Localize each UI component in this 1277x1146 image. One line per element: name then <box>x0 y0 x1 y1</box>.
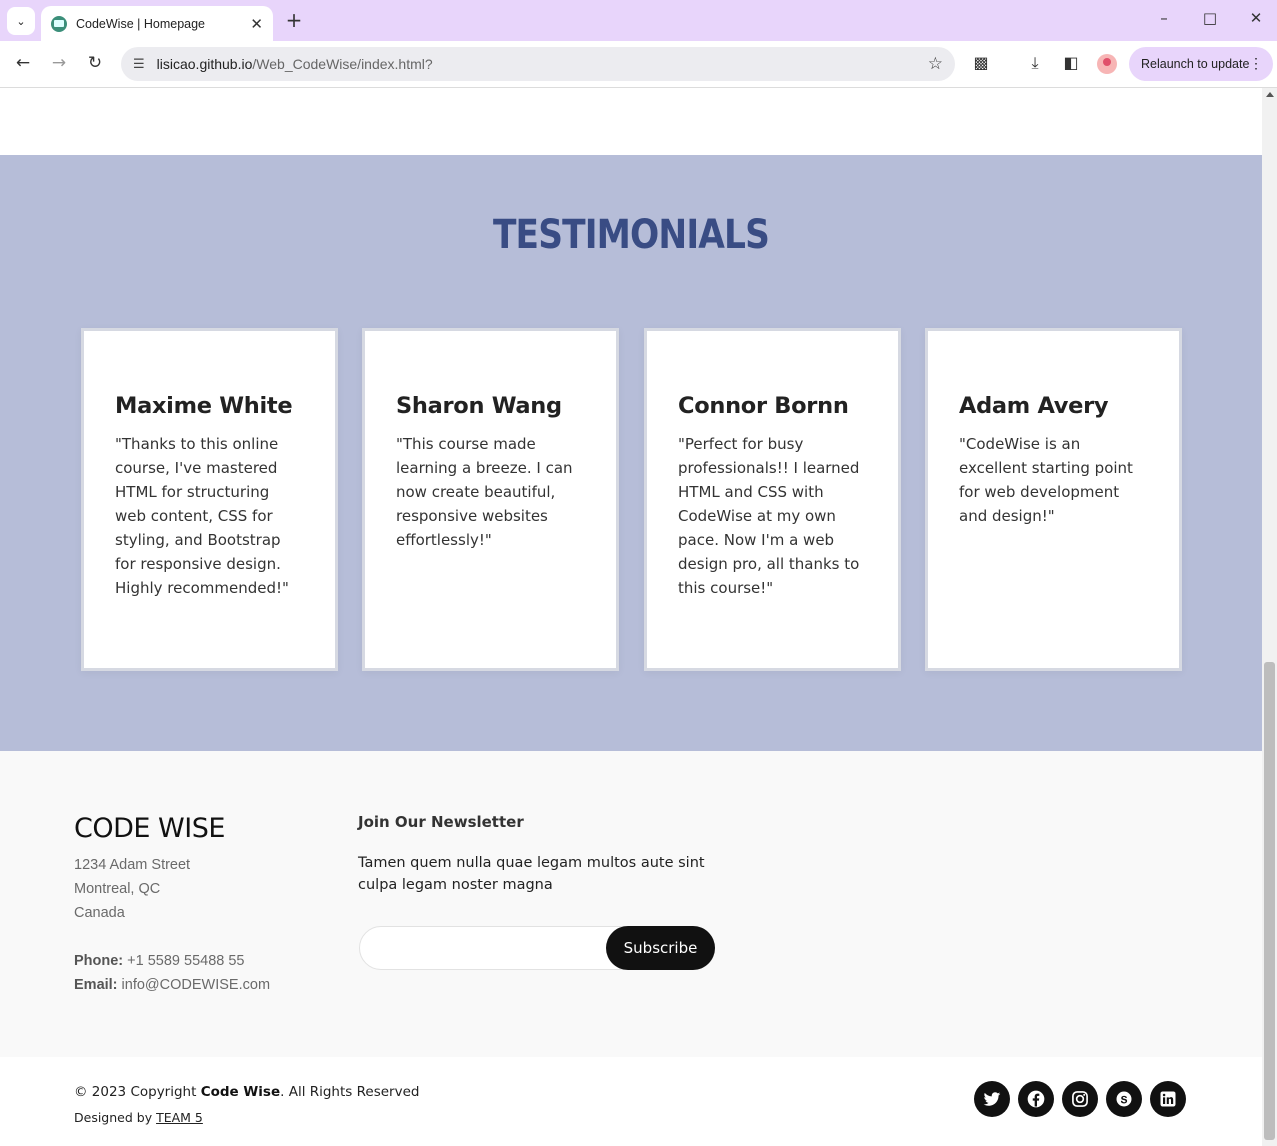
testimonial-card: Maxime White "Thanks to this online cour… <box>81 328 338 671</box>
download-icon[interactable]: ⤓ <box>1024 53 1046 73</box>
testimonial-name: Maxime White <box>115 393 293 419</box>
url-path: /Web_CodeWise/index.html? <box>252 56 433 72</box>
copyright-brand: Code Wise <box>200 1084 281 1100</box>
url-host: lisicao.github.io <box>156 56 253 72</box>
phone-number: +1 5589 55488 55 <box>127 953 245 969</box>
designed-by: Designed by TEAM 5 <box>74 1110 203 1125</box>
star-icon[interactable]: ☆ <box>928 54 943 74</box>
address-line: Canada <box>74 905 125 921</box>
testimonial-card: Connor Bornn "Perfect for busy professio… <box>644 328 901 671</box>
phone-label: Phone: <box>74 953 124 969</box>
plus-icon[interactable]: + <box>284 9 304 31</box>
section-title: TESTIMONIALS <box>492 212 770 258</box>
testimonial-text: "This course made learning a breeze. I c… <box>396 435 573 549</box>
designed-prefix: Designed by <box>74 1110 157 1125</box>
scroll-up-arrow-icon[interactable] <box>1266 92 1274 97</box>
footer-brand: CODE WISE <box>74 813 225 844</box>
scrollbar-thumb[interactable] <box>1264 662 1275 1140</box>
maximize-icon[interactable]: □ <box>1200 9 1220 27</box>
favicon <box>51 15 67 32</box>
window-close-icon[interactable]: ✕ <box>1246 9 1266 27</box>
twitter-icon[interactable] <box>974 1081 1010 1117</box>
testimonial-text: "CodeWise is an excellent starting point… <box>959 435 1133 525</box>
team-link[interactable]: TEAM 5 <box>156 1110 203 1125</box>
testimonial-name: Adam Avery <box>959 393 1109 419</box>
forward-arrow-icon[interactable]: → <box>48 53 70 73</box>
copyright-prefix: © 2023 Copyright <box>74 1084 201 1100</box>
site-settings-icon[interactable]: ☰ <box>133 57 145 72</box>
copyright-suffix: . All Rights Reserved <box>280 1084 420 1100</box>
tab-search-icon[interactable]: ⌄ <box>7 7 35 35</box>
browser-tab[interactable]: CodeWise | Homepage ✕ <box>41 6 273 41</box>
phone: Phone: +1 5589 55488 55 <box>74 953 245 969</box>
testimonial-text: "Thanks to this online course, I've mast… <box>115 435 289 597</box>
browser-toolbar: ← → ↻ ☰ lisicao.github.io/Web_CodeWise/i… <box>0 41 1277 88</box>
newsletter-text: Tamen quem nulla quae legam multos aute … <box>358 855 705 893</box>
testimonial-text: "Perfect for busy professionals!! I lear… <box>678 435 860 597</box>
newsletter-title: Join Our Newsletter <box>358 813 524 831</box>
side-panel-icon[interactable]: ◧ <box>1060 53 1082 72</box>
back-arrow-icon[interactable]: ← <box>12 53 34 73</box>
kebab-menu-icon[interactable]: ⋮ <box>1249 55 1263 72</box>
facebook-icon[interactable] <box>1018 1081 1054 1117</box>
footer: CODE WISE 1234 Adam Street Montreal, QC … <box>0 751 1262 1057</box>
testimonials-section: TESTIMONIALS Maxime White "Thanks to thi… <box>0 155 1262 751</box>
address-bar[interactable]: ☰ lisicao.github.io/Web_CodeWise/index.h… <box>121 47 955 81</box>
testimonial-card: Sharon Wang "This course made learning a… <box>362 328 619 671</box>
skype-icon[interactable] <box>1106 1081 1142 1117</box>
instagram-icon[interactable] <box>1062 1081 1098 1117</box>
testimonial-name: Connor Bornn <box>678 393 849 419</box>
relaunch-button[interactable]: Relaunch to update ⋮ <box>1129 47 1273 81</box>
url-text[interactable]: lisicao.github.io/Web_CodeWise/index.htm… <box>157 56 928 72</box>
newsletter-form: Subscribe <box>359 926 715 970</box>
email-address: info@CODEWISE.com <box>121 977 271 993</box>
testimonial-name: Sharon Wang <box>396 393 562 419</box>
address-line: Montreal, QC <box>74 881 161 897</box>
reload-icon[interactable]: ↻ <box>84 53 106 73</box>
tab-title: CodeWise | Homepage <box>76 16 206 31</box>
minimize-icon[interactable]: – <box>1154 9 1174 27</box>
extensions-icon[interactable]: ▩ <box>970 53 992 72</box>
linkedin-icon[interactable] <box>1150 1081 1186 1117</box>
email: Email: info@CODEWISE.com <box>74 977 270 993</box>
newsletter-email-input[interactable] <box>376 935 596 961</box>
close-icon[interactable]: ✕ <box>250 15 263 33</box>
copyright: © 2023 Copyright Code Wise. All Rights R… <box>74 1084 419 1100</box>
footer-bottom: © 2023 Copyright Code Wise. All Rights R… <box>0 1057 1262 1146</box>
subscribe-button[interactable]: Subscribe <box>606 926 715 970</box>
profile-avatar[interactable] <box>1097 54 1117 74</box>
browser-titlebar: ⌄ CodeWise | Homepage ✕ + – □ ✕ <box>0 0 1277 41</box>
testimonial-card: Adam Avery "CodeWise is an excellent sta… <box>925 328 1182 671</box>
email-label: Email: <box>74 977 118 993</box>
relaunch-label: Relaunch to update <box>1141 57 1250 71</box>
address-line: 1234 Adam Street <box>74 857 191 873</box>
